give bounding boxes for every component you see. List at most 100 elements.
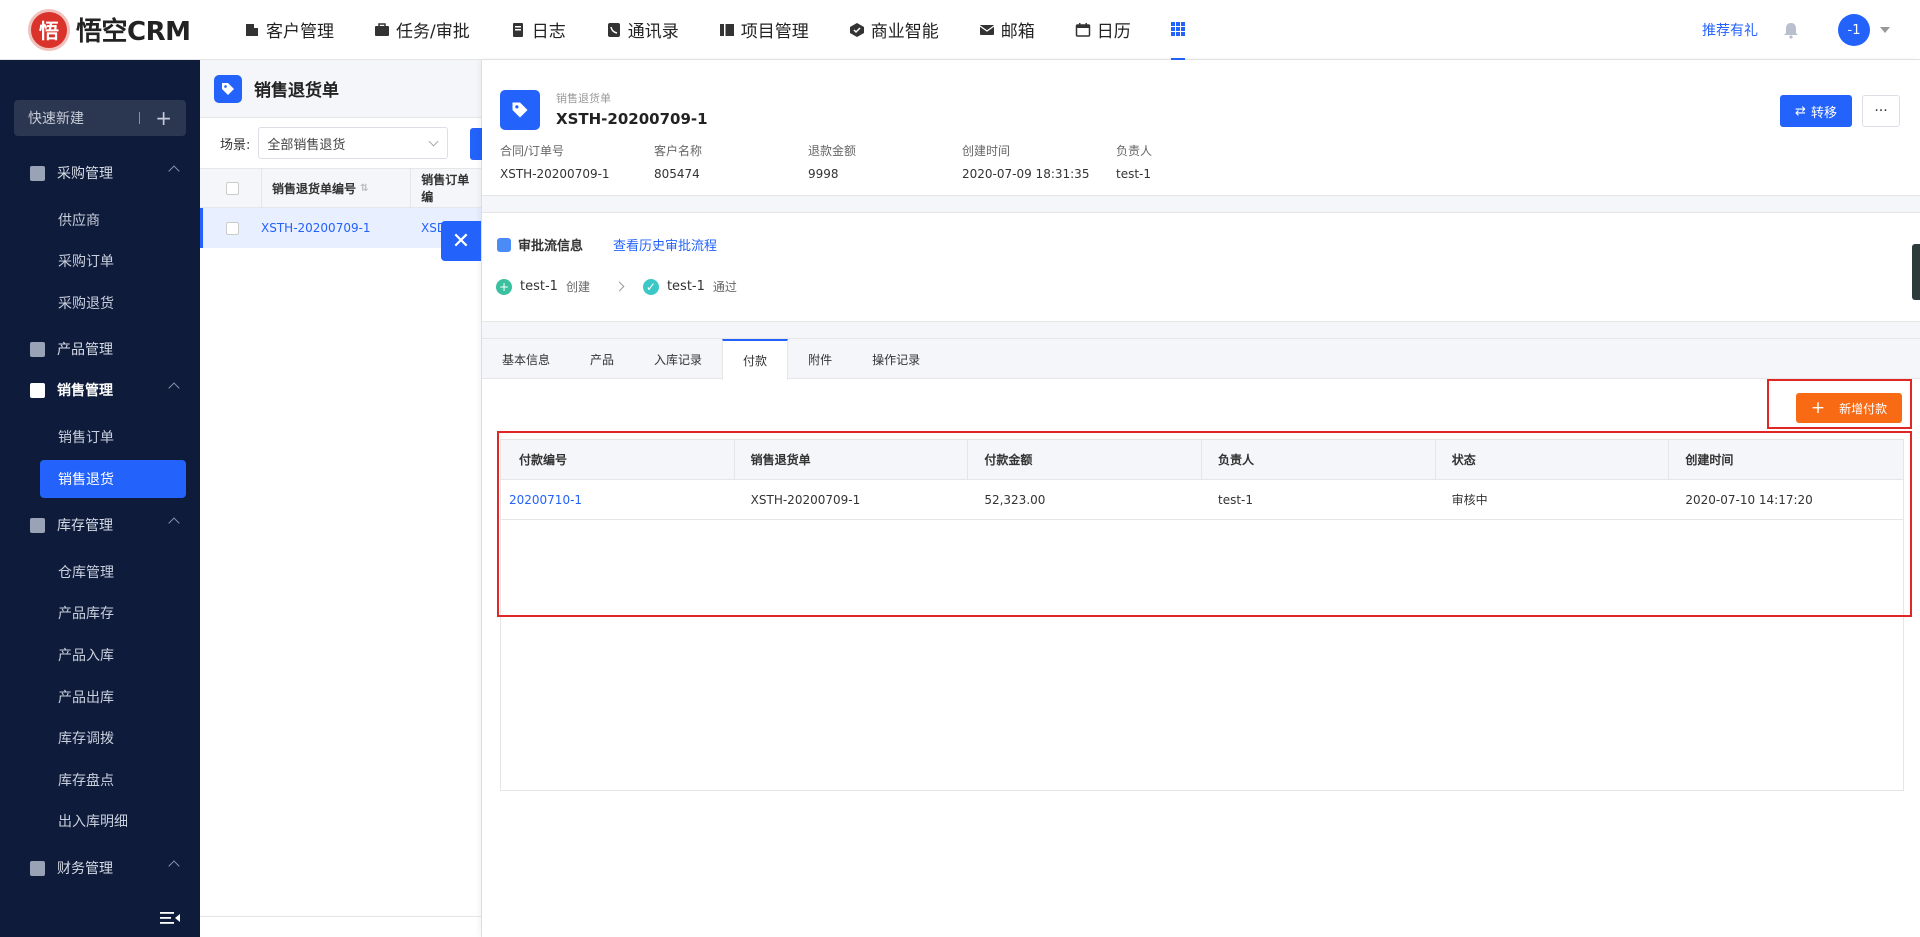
nav-task[interactable]: 任务/审批	[374, 0, 470, 60]
top-bar: 悟 悟空CRM 客户管理 任务/审批 日志 通讯录 项目管理 商业智能 邮箱 日…	[0, 0, 1920, 60]
chevron-right-icon	[614, 281, 625, 292]
sidebar-item-stock-in[interactable]: 产品入库	[40, 636, 186, 674]
add-payment-label: 新增付款	[1839, 401, 1888, 416]
top-right-tools: 推荐有礼 -1	[1702, 0, 1890, 60]
list-panel: 销售退货单 场景: 全部销售退货 销售退货单编号 ⇅ 销售订单编 XSTH-20…	[200, 60, 484, 937]
field-value: test-1	[1116, 167, 1152, 181]
field-label: 合同/订单号	[500, 144, 565, 158]
approval-history-link[interactable]: 查看历史审批流程	[613, 235, 717, 254]
tab-products[interactable]: 产品	[570, 339, 634, 379]
detail-subtitle: 销售退货单	[556, 92, 611, 105]
quick-new-button[interactable]: 快速新建 +	[14, 100, 186, 136]
nav-log[interactable]: 日志	[510, 0, 566, 60]
sidebar-item-transfer[interactable]: 库存调拨	[40, 719, 186, 757]
add-payment-button[interactable]: + 新增付款	[1796, 393, 1902, 423]
nav-project[interactable]: 项目管理	[719, 0, 809, 60]
collapse-menu-icon[interactable]	[160, 911, 180, 925]
sidebar-group-purchase[interactable]: 采购管理	[0, 153, 200, 193]
sidebar-group-label: 财务管理	[57, 861, 113, 877]
sidebar-item-stock-out[interactable]: 产品出库	[40, 678, 186, 716]
logo-mark: 悟	[28, 8, 70, 51]
nav-bi[interactable]: 商业智能	[849, 0, 939, 60]
sidebar-item-supplier[interactable]: 供应商	[40, 201, 186, 239]
tag-icon	[30, 382, 45, 398]
sidebar-item-stock[interactable]: 产品库存	[40, 594, 186, 632]
nav-mail[interactable]: 邮箱	[979, 0, 1035, 60]
tab-basic-info[interactable]: 基本信息	[482, 339, 570, 379]
nav-contacts[interactable]: 通讯录	[606, 0, 679, 60]
sidebar-item-sales-return[interactable]: 销售退货	[40, 460, 186, 498]
chevron-up-icon	[168, 382, 180, 394]
select-all-checkbox[interactable]	[226, 181, 239, 195]
close-icon: ✕	[451, 228, 471, 254]
nav-label: 日志	[531, 22, 566, 42]
sidebar-group-inventory[interactable]: 库存管理	[0, 505, 200, 545]
field-value: 805474	[654, 167, 700, 181]
sidebar-item-purchase-return[interactable]: 采购退货	[40, 284, 186, 322]
mail-icon	[979, 24, 995, 35]
sidebar-group-finance[interactable]: 财务管理	[0, 848, 200, 888]
nav-label: 任务/审批	[396, 22, 470, 42]
list-header: 销售退货单	[200, 60, 481, 118]
sidebar-group-product[interactable]: 产品管理	[0, 329, 200, 369]
row-checkbox[interactable]	[226, 221, 239, 235]
nav-label: 项目管理	[740, 22, 809, 42]
sidebar-item-warehouse[interactable]: 仓库管理	[40, 553, 186, 591]
side-handle[interactable]	[1912, 244, 1920, 300]
apps-grid-button[interactable]	[1170, 0, 1185, 60]
project-icon	[719, 23, 734, 36]
calendar-icon	[1075, 22, 1090, 37]
column-header[interactable]: 销售订单编	[410, 168, 481, 208]
nav-customer[interactable]: 客户管理	[244, 0, 334, 60]
plus-icon: +	[1810, 398, 1826, 418]
table-row[interactable]: XSTH-20200709-1 XSD	[200, 208, 481, 248]
sidebar-item-purchase-order[interactable]: 采购订单	[40, 242, 186, 280]
tabs-section: 基本信息 产品 入库记录 付款 附件 操作记录 + 新增付款 付款编号 销售退货…	[482, 338, 1920, 937]
plus-icon: +	[155, 106, 172, 130]
step-action: 通过	[712, 280, 737, 294]
tab-stock-in-records[interactable]: 入库记录	[634, 339, 722, 379]
nav-label: 邮箱	[1000, 22, 1035, 42]
cart-icon	[30, 165, 45, 181]
scene-select[interactable]: 全部销售退货	[258, 127, 449, 159]
wallet-icon	[30, 860, 45, 876]
column-header[interactable]: 销售退货单编号 ⇅	[260, 168, 410, 208]
transfer-button[interactable]: ⇄ 转移	[1780, 95, 1852, 127]
sidebar-group-sales[interactable]: 销售管理	[0, 370, 200, 410]
chevron-up-icon	[168, 517, 180, 529]
field-value: 2020-07-09 18:31:35	[962, 167, 1090, 181]
sort-icon[interactable]: ⇅	[360, 183, 368, 194]
field-customer: 客户名称 805474	[654, 142, 808, 181]
step-action: 创建	[565, 280, 590, 294]
chevron-up-icon	[168, 165, 180, 177]
tab-attachments[interactable]: 附件	[788, 339, 852, 379]
return-no-link[interactable]: XSTH-20200709-1	[261, 221, 421, 235]
logo-text: 悟空CRM	[76, 17, 191, 47]
scene-filter: 场景: 全部销售退货	[200, 118, 481, 168]
close-detail-button[interactable]: ✕	[441, 221, 481, 261]
tab-payment[interactable]: 付款	[722, 339, 789, 380]
logo[interactable]: 悟 悟空CRM	[28, 8, 208, 51]
avatar[interactable]: -1	[1838, 14, 1870, 46]
bell-icon[interactable]	[1782, 21, 1800, 39]
sidebar-item-stocktake[interactable]: 库存盘点	[40, 761, 186, 799]
scene-value: 全部销售退货	[267, 137, 346, 153]
sidebar-group-label: 库存管理	[57, 518, 113, 534]
tab-operation-log[interactable]: 操作记录	[852, 339, 940, 379]
cube-icon	[30, 341, 45, 357]
detail-header: 销售退货单 XSTH-20200709-1 ⇄ 转移 ··· 合同/订单号 XS…	[482, 60, 1920, 196]
sidebar-group-label: 销售管理	[57, 383, 113, 399]
briefcase-icon	[375, 22, 389, 36]
building-icon	[246, 23, 258, 36]
sidebar-item-sales-order[interactable]: 销售订单	[40, 418, 186, 456]
chevron-down-icon[interactable]	[1880, 27, 1890, 33]
more-button[interactable]: ···	[1862, 95, 1900, 127]
approval-section: 审批流信息 查看历史审批流程 + test-1 创建 ✓ test-1 通过	[482, 212, 1920, 322]
field-label: 退款金额	[808, 144, 857, 158]
detail-title: XSTH-20200709-1	[556, 110, 708, 128]
nav-calendar[interactable]: 日历	[1075, 0, 1131, 60]
field-contract-no: 合同/订单号 XSTH-20200709-1	[500, 142, 654, 181]
field-label: 负责人	[1116, 144, 1153, 158]
gift-link[interactable]: 推荐有礼	[1702, 20, 1758, 40]
sidebar-item-inout-detail[interactable]: 出入库明细	[40, 802, 186, 840]
